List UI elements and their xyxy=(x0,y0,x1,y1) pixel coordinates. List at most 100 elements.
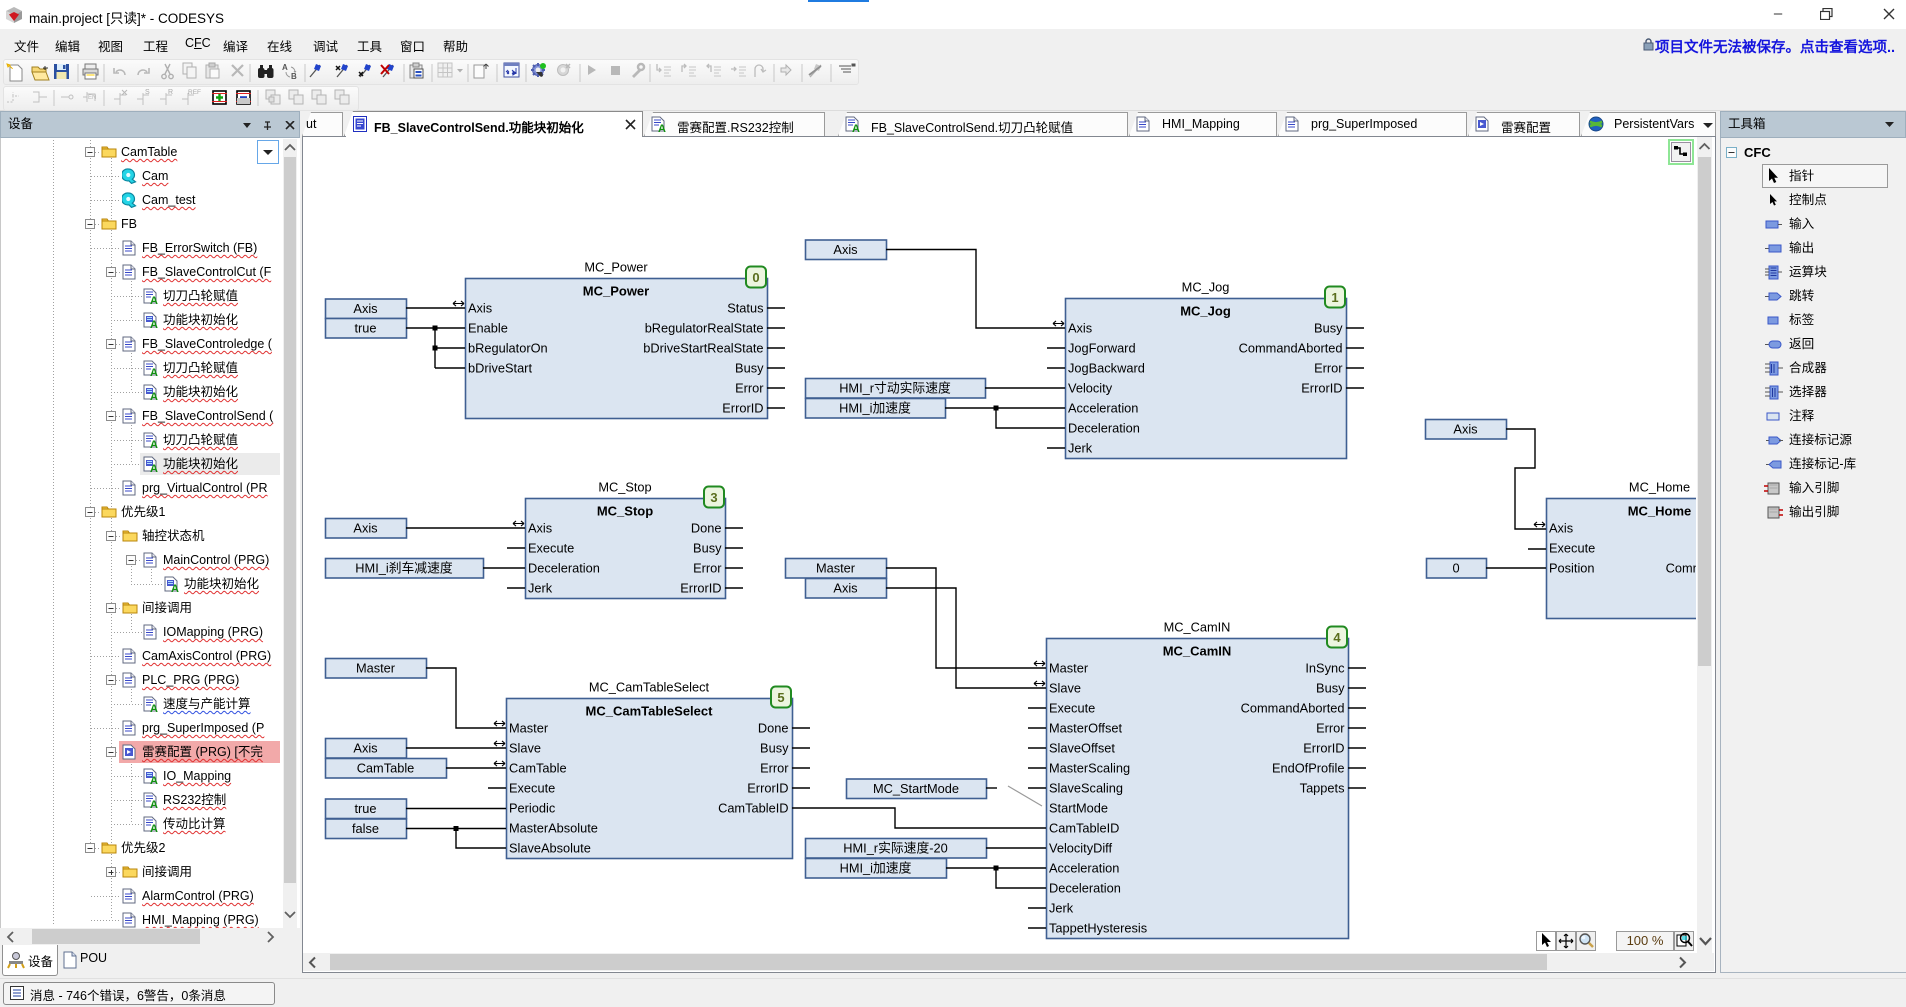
svg-text:bRegulatorOn: bRegulatorOn xyxy=(468,341,548,356)
svg-text:bDriveStartRealState: bDriveStartRealState xyxy=(643,341,763,356)
svg-text:B: B xyxy=(291,72,297,81)
svg-text:Axis: Axis xyxy=(353,520,377,535)
svg-text:5: 5 xyxy=(777,690,784,705)
svg-text:TappetHysteresis: TappetHysteresis xyxy=(1049,921,1147,936)
svg-text:Jerk: Jerk xyxy=(1068,441,1093,456)
svg-text:Error: Error xyxy=(1316,721,1345,736)
svg-text:Status: Status xyxy=(727,301,763,316)
svg-text:false: false xyxy=(352,821,379,836)
svg-text:Axis: Axis xyxy=(1068,321,1092,336)
svg-text:EndOfProfile: EndOfProfile xyxy=(1272,761,1345,776)
svg-text:Jerk: Jerk xyxy=(528,581,553,596)
svg-text:3: 3 xyxy=(710,490,717,505)
svg-text:4: 4 xyxy=(1333,630,1341,645)
svg-text:A: A xyxy=(150,703,158,712)
svg-text:true: true xyxy=(354,320,376,335)
svg-text:Axis: Axis xyxy=(468,301,492,316)
svg-text:InSync: InSync xyxy=(1305,661,1345,676)
svg-text:Master: Master xyxy=(1049,661,1089,676)
svg-text:MC_Power: MC_Power xyxy=(583,284,649,299)
svg-text:MC_Power: MC_Power xyxy=(584,260,648,275)
svg-text:Deceleration: Deceleration xyxy=(528,561,600,576)
svg-text:Position: Position xyxy=(1549,561,1595,576)
svg-text:MC_StartMode: MC_StartMode xyxy=(873,781,959,796)
svg-text:S: S xyxy=(145,89,150,96)
svg-text:MC_CamTableSelect: MC_CamTableSelect xyxy=(586,704,714,719)
svg-text:A: A xyxy=(150,463,158,472)
svg-text:R: R xyxy=(168,89,173,96)
svg-text:HMI_r寸动实际速度: HMI_r寸动实际速度 xyxy=(839,380,951,395)
svg-text:ErrorID: ErrorID xyxy=(747,781,788,796)
svg-text:Master: Master xyxy=(509,721,549,736)
svg-text:Periodic: Periodic xyxy=(509,801,556,816)
svg-text:Master: Master xyxy=(816,560,856,575)
svg-text:A: A xyxy=(150,439,158,448)
svg-text:MasterScaling: MasterScaling xyxy=(1049,761,1130,776)
svg-text:HMI_i刹车减速度: HMI_i刹车减速度 xyxy=(355,560,453,575)
svg-text:Deceleration: Deceleration xyxy=(1049,881,1121,896)
svg-text:A: A xyxy=(150,319,158,328)
svg-text:CamTable: CamTable xyxy=(509,761,567,776)
svg-text:CommandAborted: CommandAborted xyxy=(1666,561,1696,576)
svg-text:Slave: Slave xyxy=(509,741,541,756)
svg-text:Axis: Axis xyxy=(1453,421,1477,436)
svg-text:MC_Jog: MC_Jog xyxy=(1180,304,1231,319)
svg-text:Error: Error xyxy=(693,561,722,576)
svg-text:Execute: Execute xyxy=(509,781,555,796)
svg-text:0: 0 xyxy=(1452,560,1459,575)
svg-text:Busy: Busy xyxy=(693,541,722,556)
svg-text:Master: Master xyxy=(356,660,396,675)
svg-text:ErrorID: ErrorID xyxy=(722,401,763,416)
svg-text:Execute: Execute xyxy=(1049,701,1095,716)
svg-text:Axis: Axis xyxy=(528,521,552,536)
svg-text:A: A xyxy=(282,63,288,72)
svg-text:A: A xyxy=(150,367,158,376)
svg-text:Axis: Axis xyxy=(1549,521,1573,536)
svg-text:CamTable: CamTable xyxy=(357,760,415,775)
svg-text:Execute: Execute xyxy=(1549,541,1595,556)
svg-text:Acceleration: Acceleration xyxy=(1068,401,1138,416)
svg-text:A: A xyxy=(171,583,179,592)
svg-text:Acceleration: Acceleration xyxy=(1049,861,1119,876)
svg-text:A: A xyxy=(150,295,158,304)
svg-text:A: A xyxy=(150,823,158,832)
svg-text:0: 0 xyxy=(752,270,759,285)
svg-text:MasterAbsolute: MasterAbsolute xyxy=(509,821,598,836)
svg-text:EN: EN xyxy=(88,95,96,101)
svg-text:Error: Error xyxy=(760,761,789,776)
svg-text:SlaveScaling: SlaveScaling xyxy=(1049,781,1123,796)
svg-text:StartMode: StartMode xyxy=(1049,801,1108,816)
svg-text:ErrorID: ErrorID xyxy=(1303,741,1344,756)
svg-text:Done: Done xyxy=(691,521,722,536)
svg-text:HMI_r实际速度-20: HMI_r实际速度-20 xyxy=(843,840,948,855)
svg-text:MasterOffset: MasterOffset xyxy=(1049,721,1122,736)
svg-text:CamTableID: CamTableID xyxy=(1049,821,1119,836)
svg-text:true: true xyxy=(354,801,376,816)
svg-text:SlaveOffset: SlaveOffset xyxy=(1049,741,1115,756)
svg-text:Busy: Busy xyxy=(760,741,789,756)
svg-text:Busy: Busy xyxy=(735,361,764,376)
svg-text:MC_CamIN: MC_CamIN xyxy=(1163,644,1232,659)
svg-text:A: A xyxy=(150,775,158,784)
svg-text:A: A xyxy=(658,123,666,132)
svg-text:Busy: Busy xyxy=(1314,321,1343,336)
svg-text:VelocityDiff: VelocityDiff xyxy=(1049,841,1113,856)
svg-text:Slave: Slave xyxy=(1049,681,1081,696)
svg-text:HMI_i加速度: HMI_i加速度 xyxy=(840,860,912,875)
svg-text:A: A xyxy=(852,123,860,132)
svg-text:ErrorID: ErrorID xyxy=(1301,381,1342,396)
svg-text:CommandAborted: CommandAborted xyxy=(1239,341,1343,356)
svg-text:ErrorID: ErrorID xyxy=(680,581,721,596)
svg-text:A: A xyxy=(150,799,158,808)
svg-text:Enable: Enable xyxy=(468,321,508,336)
svg-text:CamTableID: CamTableID xyxy=(718,801,788,816)
svg-text:bDriveStart: bDriveStart xyxy=(468,361,532,376)
svg-text:Error: Error xyxy=(735,381,764,396)
svg-text:Axis: Axis xyxy=(353,301,377,316)
svg-text:MC_Home: MC_Home xyxy=(1629,480,1690,495)
svg-text:Axis: Axis xyxy=(833,242,857,257)
svg-text:MC_CamIN: MC_CamIN xyxy=(1164,620,1231,635)
svg-text:bRegulatorRealState: bRegulatorRealState xyxy=(645,321,764,336)
svg-text:1: 1 xyxy=(1331,290,1338,305)
svg-text:Done: Done xyxy=(758,721,789,736)
